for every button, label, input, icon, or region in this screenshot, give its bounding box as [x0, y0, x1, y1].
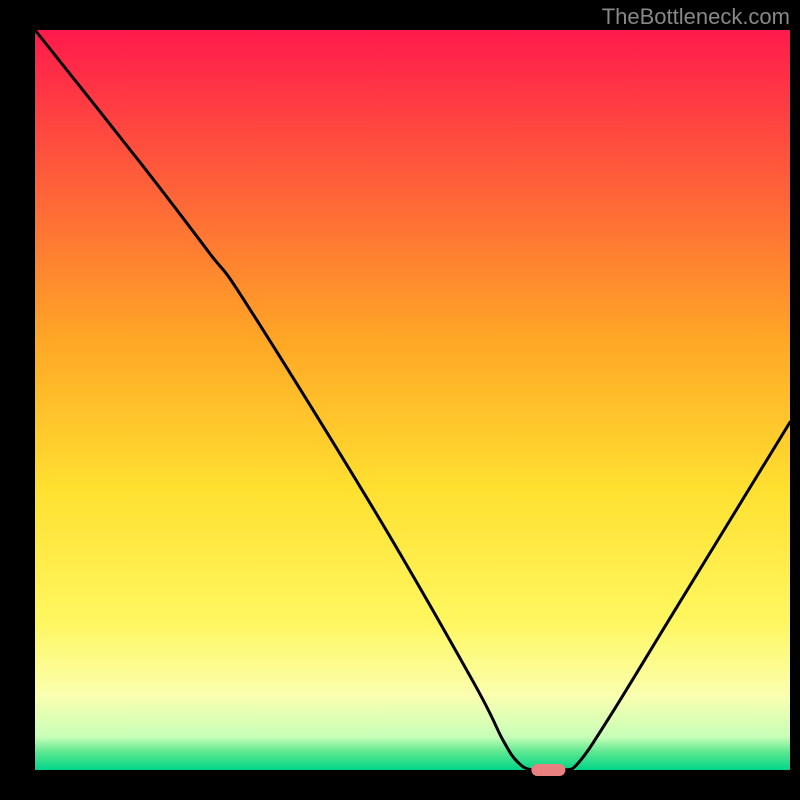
chart-container: TheBottleneck.com	[0, 0, 800, 800]
watermark-text: TheBottleneck.com	[602, 4, 790, 30]
optimal-marker	[531, 764, 565, 776]
plot-background	[35, 30, 790, 770]
bottleneck-chart	[0, 0, 800, 800]
